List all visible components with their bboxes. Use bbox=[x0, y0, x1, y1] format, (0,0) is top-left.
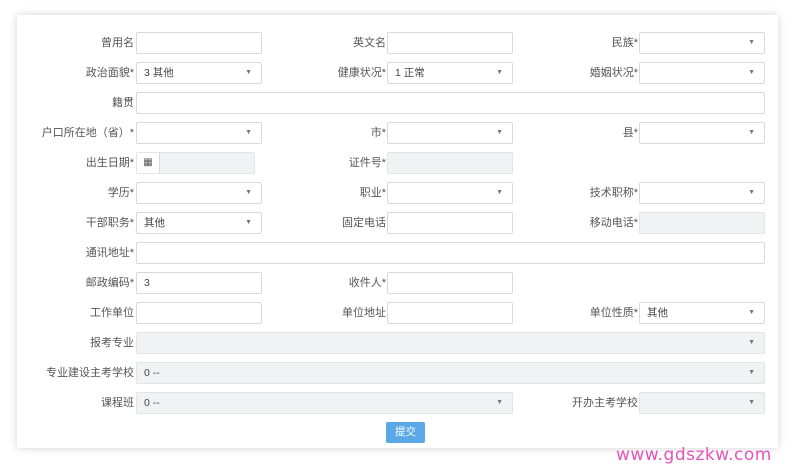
chevron-down-icon: ▼ bbox=[748, 189, 755, 196]
birth-date-label: 出生日期* bbox=[85, 157, 134, 169]
landline-input[interactable] bbox=[387, 212, 513, 234]
address-input[interactable] bbox=[136, 242, 765, 264]
watermark: www.gdszkw.com bbox=[616, 445, 772, 465]
chevron-down-icon: ▼ bbox=[245, 219, 252, 226]
education-label: 学历* bbox=[107, 187, 134, 199]
health-status-select[interactable]: 1 正常 ▼ bbox=[387, 62, 513, 84]
chevron-down-icon: ▼ bbox=[245, 189, 252, 196]
english-name-input[interactable] bbox=[387, 32, 513, 54]
address-label: 通讯地址* bbox=[85, 247, 134, 259]
postcode-input[interactable]: 3 bbox=[136, 272, 262, 294]
birth-date-picker[interactable]: ▦ bbox=[136, 152, 255, 174]
health-status-value: 1 正常 bbox=[395, 67, 425, 79]
chevron-down-icon: ▼ bbox=[496, 69, 503, 76]
county-select[interactable]: ▼ bbox=[639, 122, 765, 144]
ethnicity-select[interactable]: ▼ bbox=[639, 32, 765, 54]
city-label: 市* bbox=[370, 127, 386, 139]
unit-nature-label: 单位性质* bbox=[589, 307, 638, 319]
major-select[interactable]: ▼ bbox=[136, 332, 765, 354]
postcode-label: 邮政编码* bbox=[85, 277, 134, 289]
cadre-position-select[interactable]: 其他 ▼ bbox=[136, 212, 262, 234]
chevron-down-icon: ▼ bbox=[496, 399, 503, 406]
major-school-value: 0 -- bbox=[144, 367, 160, 379]
unit-address-label: 单位地址 bbox=[342, 307, 386, 319]
native-place-label: 籍贯 bbox=[112, 97, 134, 109]
chevron-down-icon: ▼ bbox=[748, 129, 755, 136]
chevron-down-icon: ▼ bbox=[748, 399, 755, 406]
recipient-input[interactable] bbox=[387, 272, 513, 294]
host-school-label: 开办主考学校 bbox=[572, 397, 638, 409]
chevron-down-icon: ▼ bbox=[748, 39, 755, 46]
hukou-province-select[interactable]: ▼ bbox=[136, 122, 262, 144]
id-number-label: 证件号* bbox=[348, 157, 386, 169]
cadre-position-label: 干部职务* bbox=[85, 217, 134, 229]
english-name-label: 英文名 bbox=[353, 37, 386, 49]
major-label: 报考专业 bbox=[90, 337, 134, 349]
recipient-label: 收件人* bbox=[348, 277, 386, 289]
major-school-label: 专业建设主考学校 bbox=[46, 367, 134, 379]
landline-label: 固定电话 bbox=[342, 217, 386, 229]
chevron-down-icon: ▼ bbox=[245, 129, 252, 136]
postcode-value: 3 bbox=[144, 277, 150, 289]
marital-status-select[interactable]: ▼ bbox=[639, 62, 765, 84]
mobile-input[interactable] bbox=[639, 212, 765, 234]
submit-button[interactable]: 提交 bbox=[386, 422, 425, 443]
tech-title-label: 技术职称* bbox=[589, 187, 638, 199]
class-school-label: 课程班 bbox=[101, 397, 134, 409]
former-name-input[interactable] bbox=[136, 32, 262, 54]
political-status-value: 3 其他 bbox=[144, 67, 174, 79]
chevron-down-icon: ▼ bbox=[496, 189, 503, 196]
chevron-down-icon: ▼ bbox=[748, 69, 755, 76]
health-status-label: 健康状况* bbox=[337, 67, 386, 79]
city-select[interactable]: ▼ bbox=[387, 122, 513, 144]
occupation-select[interactable]: ▼ bbox=[387, 182, 513, 204]
work-unit-label: 工作单位 bbox=[90, 307, 134, 319]
ethnicity-label: 民族* bbox=[611, 37, 638, 49]
marital-status-label: 婚姻状况* bbox=[589, 67, 638, 79]
id-number-input[interactable] bbox=[387, 152, 513, 174]
host-school-select[interactable]: ▼ bbox=[639, 392, 765, 414]
class-school-value: 0 -- bbox=[144, 397, 160, 409]
work-unit-input[interactable] bbox=[136, 302, 262, 324]
unit-address-input[interactable] bbox=[387, 302, 513, 324]
unit-nature-value: 其他 bbox=[647, 307, 668, 319]
former-name-label: 曾用名 bbox=[101, 37, 134, 49]
calendar-icon[interactable]: ▦ bbox=[137, 153, 160, 173]
chevron-down-icon: ▼ bbox=[496, 129, 503, 136]
chevron-down-icon: ▼ bbox=[748, 369, 755, 376]
county-label: 县* bbox=[622, 127, 638, 139]
chevron-down-icon: ▼ bbox=[748, 339, 755, 346]
class-school-select[interactable]: 0 -- ▼ bbox=[136, 392, 513, 414]
chevron-down-icon: ▼ bbox=[748, 309, 755, 316]
hukou-province-label: 户口所在地（省）* bbox=[41, 127, 134, 139]
tech-title-select[interactable]: ▼ bbox=[639, 182, 765, 204]
education-select[interactable]: ▼ bbox=[136, 182, 262, 204]
occupation-label: 职业* bbox=[359, 187, 386, 199]
mobile-label: 移动电话* bbox=[589, 217, 638, 229]
political-status-select[interactable]: 3 其他 ▼ bbox=[136, 62, 262, 84]
political-status-label: 政治面貌* bbox=[85, 67, 134, 79]
native-place-input[interactable] bbox=[136, 92, 765, 114]
cadre-position-value: 其他 bbox=[144, 217, 165, 229]
chevron-down-icon: ▼ bbox=[245, 69, 252, 76]
unit-nature-select[interactable]: 其他 ▼ bbox=[639, 302, 765, 324]
major-school-select[interactable]: 0 -- ▼ bbox=[136, 362, 765, 384]
